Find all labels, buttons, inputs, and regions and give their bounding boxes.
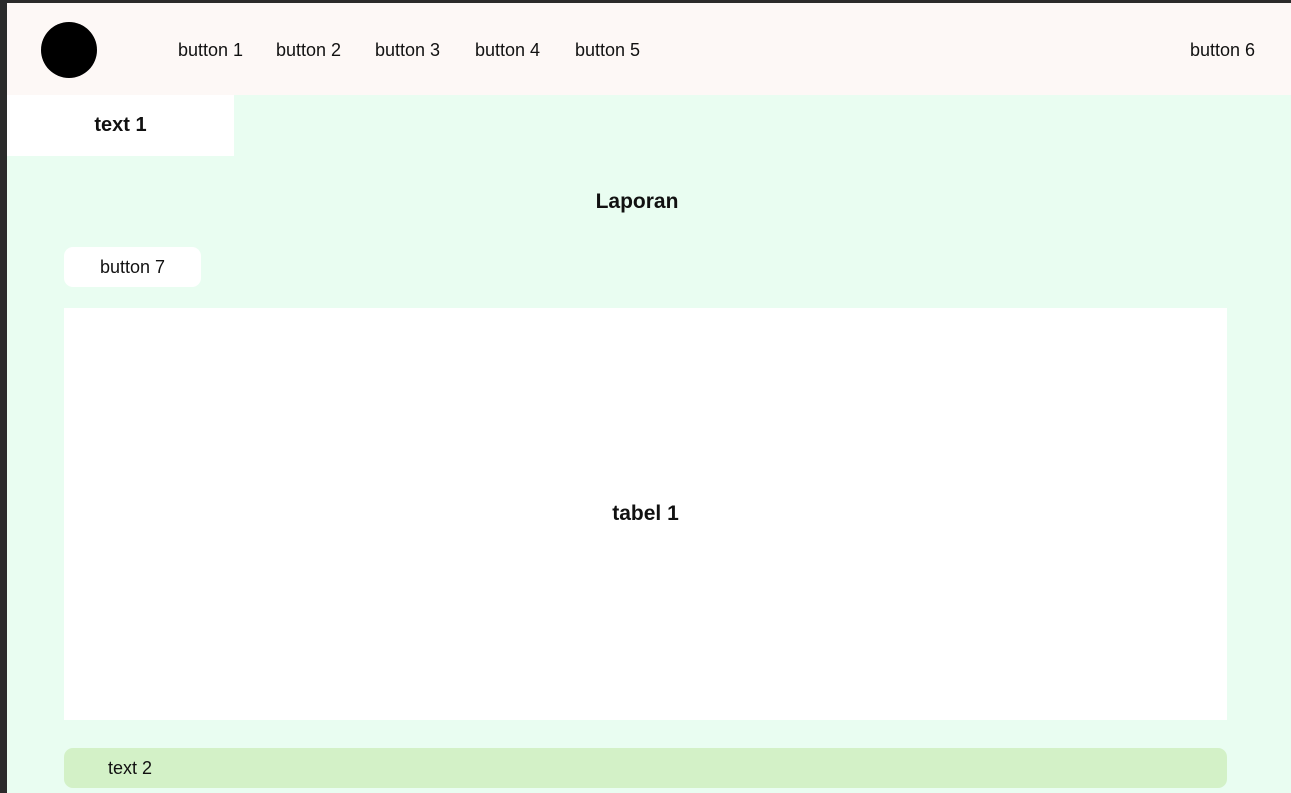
logo-circle-icon[interactable] — [41, 22, 97, 78]
top-navbar: button 1 button 2 button 3 button 4 butt… — [7, 3, 1291, 95]
report-table-placeholder: tabel 1 — [612, 502, 679, 525]
footer-bar-text: text 2 — [108, 758, 153, 778]
app-frame: button 1 button 2 button 3 button 4 butt… — [7, 3, 1291, 793]
nav-button-5[interactable]: button 5 — [575, 39, 640, 61]
report-action-button[interactable]: button 7 — [64, 247, 201, 287]
nav-button-4[interactable]: button 4 — [475, 39, 540, 61]
footer-bar: text 2 — [64, 748, 1227, 788]
nav-button-2[interactable]: button 2 — [276, 39, 341, 61]
active-tab-label: text 1 — [94, 114, 147, 136]
nav-button-1[interactable]: button 1 — [178, 39, 243, 61]
nav-button-6[interactable]: button 6 — [1190, 39, 1255, 61]
page-title: Laporan — [595, 190, 679, 213]
report-action-button-label: button 7 — [99, 256, 166, 277]
nav-button-3[interactable]: button 3 — [375, 39, 440, 61]
report-table: tabel 1 — [64, 308, 1227, 720]
active-tab[interactable]: text 1 — [7, 95, 234, 156]
